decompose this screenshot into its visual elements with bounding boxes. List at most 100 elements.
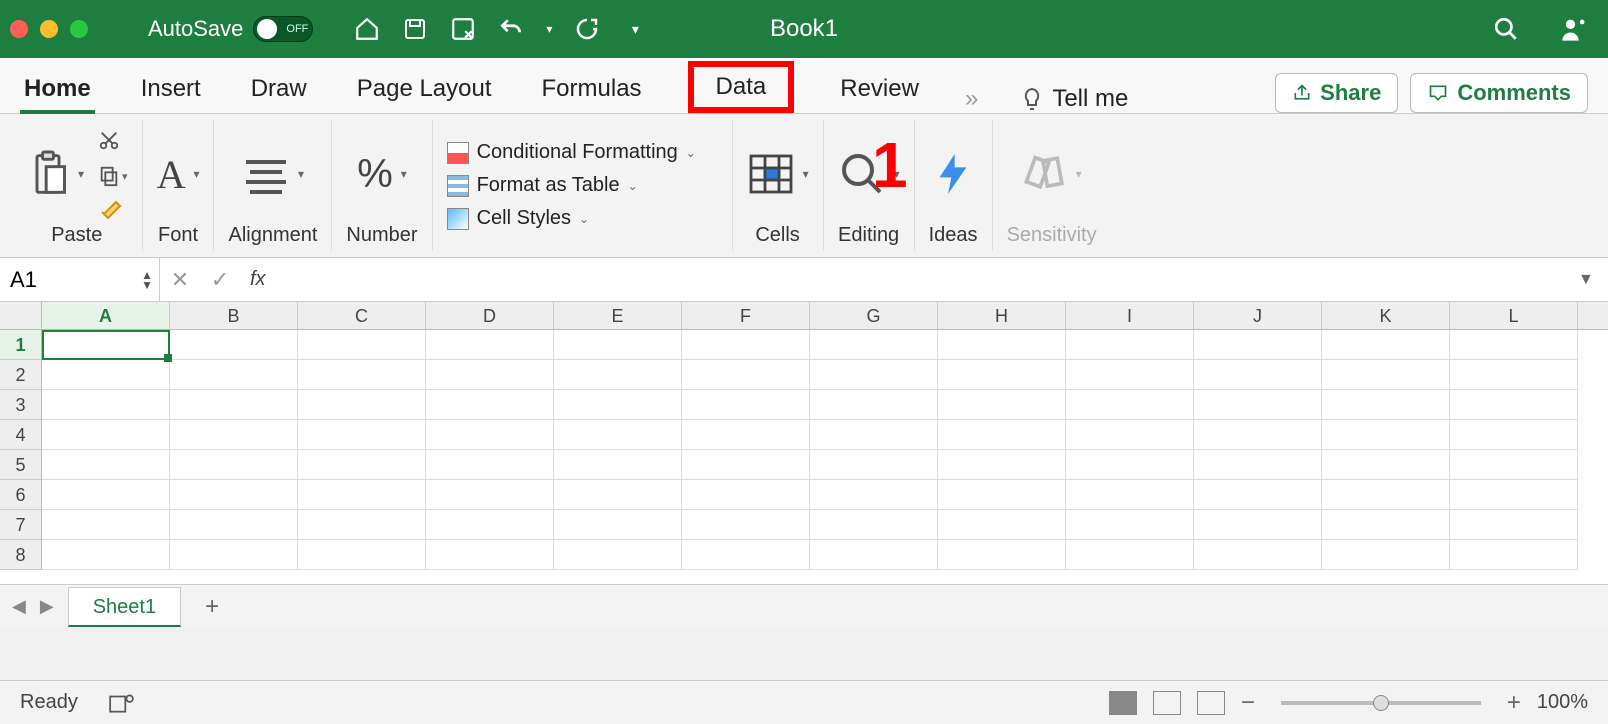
autosave-control[interactable]: AutoSave OFF xyxy=(148,16,313,42)
cell[interactable] xyxy=(170,480,298,510)
tab-data[interactable]: Data xyxy=(688,61,795,113)
cell[interactable] xyxy=(1322,420,1450,450)
add-sheet-button[interactable]: + xyxy=(195,593,229,621)
cell[interactable] xyxy=(1194,480,1322,510)
tab-insert[interactable]: Insert xyxy=(137,65,205,113)
tab-formulas[interactable]: Formulas xyxy=(538,65,646,113)
cell[interactable] xyxy=(298,450,426,480)
maximize-window-icon[interactable] xyxy=(70,20,88,38)
cell[interactable] xyxy=(170,330,298,360)
cell[interactable] xyxy=(810,390,938,420)
zoom-slider[interactable] xyxy=(1281,701,1481,705)
cell[interactable] xyxy=(1450,390,1578,420)
formula-bar-expand-icon[interactable]: ▼ xyxy=(1578,271,1608,289)
cell[interactable] xyxy=(426,360,554,390)
cell[interactable] xyxy=(554,540,682,570)
cell[interactable] xyxy=(1450,540,1578,570)
column-header[interactable]: H xyxy=(938,302,1066,329)
cell[interactable] xyxy=(938,450,1066,480)
accept-formula-icon[interactable]: ✓ xyxy=(200,267,240,293)
cell[interactable] xyxy=(1450,360,1578,390)
cell[interactable] xyxy=(170,510,298,540)
formula-input[interactable] xyxy=(276,258,1578,301)
tabs-overflow-icon[interactable]: » xyxy=(965,85,978,113)
format-painter-icon[interactable] xyxy=(98,198,122,222)
cell[interactable] xyxy=(298,360,426,390)
save-edit-icon[interactable] xyxy=(445,11,481,47)
row-header[interactable]: 3 xyxy=(0,390,41,420)
column-header[interactable]: J xyxy=(1194,302,1322,329)
cell[interactable] xyxy=(554,510,682,540)
cell[interactable] xyxy=(170,420,298,450)
macro-record-icon[interactable] xyxy=(108,692,134,714)
cell[interactable] xyxy=(426,540,554,570)
column-header[interactable]: K xyxy=(1322,302,1450,329)
cell[interactable] xyxy=(1322,450,1450,480)
cells-area[interactable] xyxy=(42,330,1608,584)
cell[interactable] xyxy=(554,330,682,360)
cell[interactable] xyxy=(298,510,426,540)
tell-me-search[interactable]: Tell me xyxy=(1020,85,1128,113)
cell[interactable] xyxy=(810,510,938,540)
cell[interactable] xyxy=(810,360,938,390)
cell[interactable] xyxy=(810,540,938,570)
cell[interactable] xyxy=(42,390,170,420)
cell[interactable] xyxy=(682,420,810,450)
cell[interactable] xyxy=(426,330,554,360)
cell[interactable] xyxy=(1066,540,1194,570)
cell[interactable] xyxy=(682,360,810,390)
cell[interactable] xyxy=(1450,480,1578,510)
cell[interactable] xyxy=(554,450,682,480)
view-page-layout-icon[interactable] xyxy=(1153,691,1181,715)
cell[interactable] xyxy=(1322,540,1450,570)
cell[interactable] xyxy=(938,510,1066,540)
column-header[interactable]: I xyxy=(1066,302,1194,329)
cell[interactable] xyxy=(554,420,682,450)
undo-dropdown-icon[interactable]: ▾ xyxy=(541,11,557,47)
row-header[interactable]: 4 xyxy=(0,420,41,450)
cell[interactable] xyxy=(682,390,810,420)
cell[interactable] xyxy=(1322,510,1450,540)
cell[interactable] xyxy=(298,330,426,360)
cell[interactable] xyxy=(42,510,170,540)
row-header[interactable]: 6 xyxy=(0,480,41,510)
tab-draw[interactable]: Draw xyxy=(247,65,311,113)
column-header[interactable]: A xyxy=(42,302,170,329)
tab-home[interactable]: Home xyxy=(20,65,95,113)
cancel-formula-icon[interactable]: ✕ xyxy=(160,267,200,293)
cell[interactable] xyxy=(42,450,170,480)
cell[interactable] xyxy=(682,480,810,510)
cell[interactable] xyxy=(810,450,938,480)
row-header[interactable]: 7 xyxy=(0,510,41,540)
cell[interactable] xyxy=(554,480,682,510)
cell-styles-button[interactable]: Cell Styles ⌄ xyxy=(447,205,590,232)
tab-page-layout[interactable]: Page Layout xyxy=(353,65,496,113)
cell[interactable] xyxy=(938,360,1066,390)
cell[interactable] xyxy=(1066,480,1194,510)
group-font[interactable]: A▾ Font xyxy=(143,120,215,251)
cell[interactable] xyxy=(1194,360,1322,390)
sheet-nav-prev-icon[interactable]: ◀ xyxy=(12,596,26,617)
autosave-toggle[interactable]: OFF xyxy=(253,16,313,42)
name-box[interactable]: A1 ▲▼ xyxy=(0,258,160,301)
cell[interactable] xyxy=(810,330,938,360)
format-as-table-button[interactable]: Format as Table ⌄ xyxy=(447,172,638,199)
column-header[interactable]: D xyxy=(426,302,554,329)
cell[interactable] xyxy=(42,330,170,360)
minimize-window-icon[interactable] xyxy=(40,20,58,38)
cell[interactable] xyxy=(1194,540,1322,570)
cell[interactable] xyxy=(1450,450,1578,480)
sheet-tab[interactable]: Sheet1 xyxy=(68,587,181,627)
group-ideas[interactable]: Ideas xyxy=(915,120,993,251)
cell[interactable] xyxy=(554,360,682,390)
column-header[interactable]: F xyxy=(682,302,810,329)
quick-access-dropdown-icon[interactable]: ▾ xyxy=(617,11,653,47)
cell[interactable] xyxy=(170,360,298,390)
cell[interactable] xyxy=(682,540,810,570)
zoom-in-button[interactable]: + xyxy=(1507,689,1521,717)
cell[interactable] xyxy=(42,420,170,450)
cell[interactable] xyxy=(938,330,1066,360)
fx-label[interactable]: fx xyxy=(250,268,266,291)
cell[interactable] xyxy=(1322,390,1450,420)
cell[interactable] xyxy=(1322,480,1450,510)
